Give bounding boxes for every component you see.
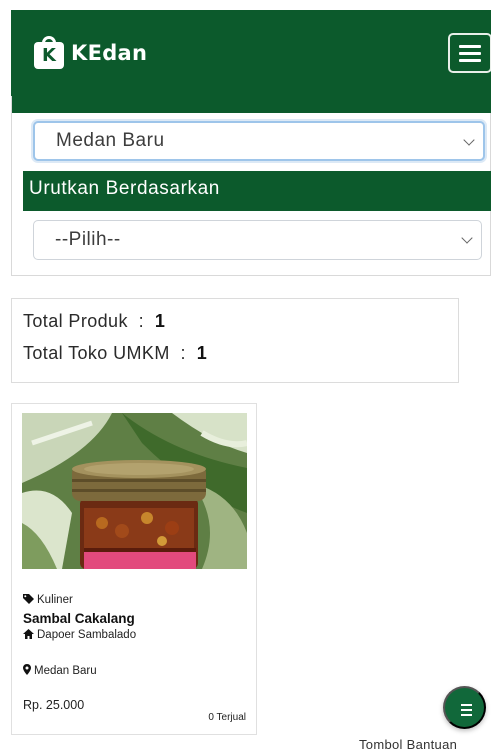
hamburger-menu-button[interactable] bbox=[448, 33, 491, 73]
tag-icon bbox=[23, 594, 34, 604]
brand-logo[interactable]: K KEdan bbox=[34, 36, 147, 69]
home-icon bbox=[23, 629, 34, 639]
product-card[interactable]: Kuliner Sambal Cakalang Dapoer Sambalado… bbox=[11, 403, 257, 735]
brand-letter: K bbox=[42, 45, 56, 66]
product-category-label: Kuliner bbox=[37, 594, 73, 606]
product-category: Kuliner bbox=[23, 594, 73, 606]
shopping-bag-logo-icon: K bbox=[34, 36, 64, 69]
product-location-label: Medan Baru bbox=[34, 665, 97, 677]
location-select[interactable]: Medan Baru bbox=[33, 121, 485, 161]
page: K KEdan Medan Baru Urutkan Berdasarkan -… bbox=[0, 0, 491, 754]
map-marker-icon bbox=[23, 664, 31, 675]
product-sold-count: 0 Terjual bbox=[208, 712, 246, 723]
product-location: Medan Baru bbox=[23, 664, 97, 677]
product-photo[interactable] bbox=[22, 413, 247, 569]
total-shops-row: Total Toko UMKM : 1 bbox=[23, 343, 208, 363]
product-price: Rp. 25.000 bbox=[23, 698, 85, 712]
brand-name: KEdan bbox=[71, 40, 148, 65]
sort-select[interactable]: --Pilih-- bbox=[33, 220, 482, 260]
location-select-value: Medan Baru bbox=[56, 130, 165, 151]
product-shop-name: Dapoer Sambalado bbox=[37, 629, 137, 641]
summary-box: Total Produk : 1 Total Toko UMKM : 1 bbox=[11, 298, 459, 383]
product-shop[interactable]: Dapoer Sambalado bbox=[23, 629, 136, 641]
chevron-down-icon bbox=[461, 232, 473, 244]
total-shops-value: 1 bbox=[196, 343, 208, 363]
total-products-value: 1 bbox=[154, 311, 166, 331]
total-shops-label: Total Toko UMKM bbox=[23, 343, 170, 363]
filter-panel: Medan Baru Urutkan Berdasarkan --Pilih-- bbox=[11, 96, 491, 276]
help-button-label: Tombol Bantuan bbox=[359, 737, 458, 752]
help-button[interactable] bbox=[443, 686, 486, 729]
hamburger-menu-icon bbox=[459, 45, 481, 48]
sort-select-value: --Pilih-- bbox=[55, 229, 121, 250]
sort-by-heading: Urutkan Berdasarkan bbox=[23, 171, 491, 211]
chevron-down-icon bbox=[463, 134, 475, 146]
total-products-row: Total Produk : 1 bbox=[23, 311, 166, 331]
product-name[interactable]: Sambal Cakalang bbox=[23, 611, 135, 626]
total-products-label: Total Produk bbox=[23, 311, 128, 331]
